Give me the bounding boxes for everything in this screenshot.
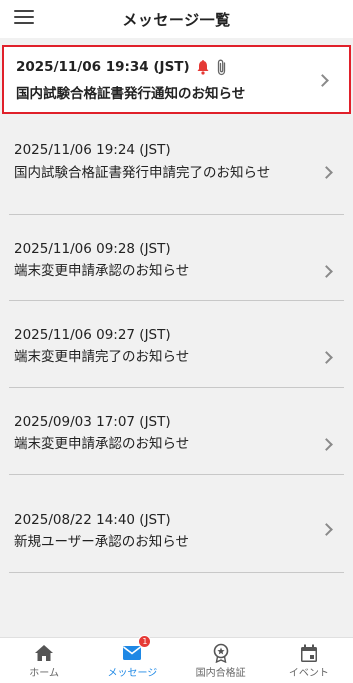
message-item-1[interactable]: 2025/11/06 19:34 (JST) 国内試験合格証書発行通知のお知らせ bbox=[2, 45, 351, 114]
message-subject: 国内試験合格証書発行申請完了のお知らせ bbox=[14, 165, 271, 181]
message-subject: 端末変更申請完了のお知らせ bbox=[14, 349, 190, 365]
message-date: 2025/08/22 14:40 (JST) bbox=[14, 512, 171, 528]
chevron-right-icon bbox=[320, 351, 333, 364]
message-date: 2025/09/03 17:07 (JST) bbox=[14, 414, 171, 430]
nav-messages[interactable]: 1 メッセージ bbox=[88, 635, 176, 683]
unread-badge: 1 bbox=[138, 635, 152, 648]
message-item-6[interactable]: 2025/08/22 14:40 (JST) 新規ユーザー承認のお知らせ bbox=[0, 475, 353, 573]
nav-certificate[interactable]: 国内合格証 bbox=[177, 638, 265, 683]
nav-label: ホーム bbox=[29, 668, 59, 679]
message-subject: 端末変更申請承認のお知らせ bbox=[14, 436, 190, 452]
chevron-right-icon bbox=[320, 438, 333, 451]
mail-icon: 1 bbox=[122, 635, 152, 664]
hamburger-menu-icon[interactable] bbox=[12, 7, 36, 27]
app-header: メッセージ一覧 bbox=[0, 0, 353, 38]
message-date: 2025/11/06 19:34 (JST) bbox=[16, 59, 190, 75]
page-title: メッセージ一覧 bbox=[122, 10, 231, 29]
nav-home[interactable]: ホーム bbox=[0, 638, 88, 683]
message-date: 2025/11/06 09:27 (JST) bbox=[14, 327, 171, 343]
nav-events[interactable]: イベント bbox=[265, 638, 353, 683]
paperclip-icon bbox=[216, 59, 228, 76]
message-subject: 端末変更申請承認のお知らせ bbox=[14, 263, 190, 279]
message-subject: 新規ユーザー承認のお知らせ bbox=[14, 534, 189, 550]
message-date: 2025/11/06 19:24 (JST) bbox=[14, 142, 171, 158]
nav-label: メッセージ bbox=[107, 668, 158, 679]
calendar-icon bbox=[300, 642, 318, 664]
message-subject: 国内試験合格証書発行通知のお知らせ bbox=[16, 86, 246, 102]
nav-label: 国内合格証 bbox=[195, 668, 246, 679]
bottom-navigation: ホーム 1 メッセージ 国内合格証 イベント bbox=[0, 635, 353, 683]
chevron-right-icon bbox=[320, 523, 333, 536]
home-icon bbox=[34, 642, 54, 664]
message-date-wrap: 2025/11/06 19:34 (JST) bbox=[16, 59, 228, 76]
chevron-right-icon bbox=[320, 166, 333, 179]
bell-icon bbox=[196, 59, 210, 75]
chevron-right-icon bbox=[316, 74, 329, 87]
nav-label: イベント bbox=[288, 668, 329, 679]
message-item-2[interactable]: 2025/11/06 19:24 (JST) 国内試験合格証書発行申請完了のお知… bbox=[0, 127, 353, 215]
message-item-3[interactable]: 2025/11/06 09:28 (JST) 端末変更申請承認のお知らせ bbox=[0, 215, 353, 301]
message-date: 2025/11/06 09:28 (JST) bbox=[14, 241, 171, 257]
message-item-4[interactable]: 2025/11/06 09:27 (JST) 端末変更申請完了のお知らせ bbox=[0, 301, 353, 388]
chevron-right-icon bbox=[320, 265, 333, 278]
divider bbox=[9, 572, 344, 573]
award-icon bbox=[212, 642, 230, 664]
message-item-5[interactable]: 2025/09/03 17:07 (JST) 端末変更申請承認のお知らせ bbox=[0, 388, 353, 475]
